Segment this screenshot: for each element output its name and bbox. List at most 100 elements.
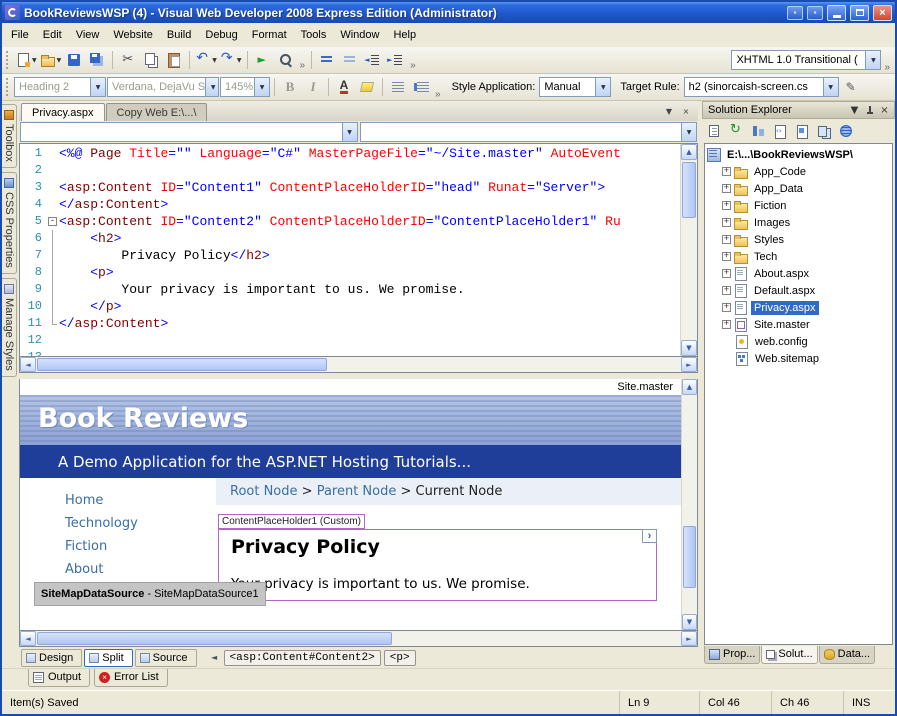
scroll-track[interactable]	[681, 160, 697, 340]
tag-navigator-back-icon[interactable]: ◄	[207, 650, 222, 666]
undo-icon[interactable]: ▼	[194, 49, 218, 71]
breadcrumb-link-parent-node[interactable]: Parent Node	[317, 484, 397, 499]
comment-out-icon[interactable]	[316, 49, 338, 71]
scroll-thumb[interactable]	[682, 162, 696, 218]
tree-item-about-aspx[interactable]: +About.aspx	[707, 265, 892, 282]
code-line[interactable]: 9 Your privacy is important to us. We pr…	[20, 281, 680, 298]
code-line[interactable]: 7 Privacy Policy</h2>	[20, 247, 680, 264]
tree-root[interactable]: E:\...\BookReviewsWSP\	[707, 146, 892, 163]
tag-navigator-item[interactable]: <p>	[384, 650, 416, 666]
expand-plus-icon[interactable]: +	[722, 167, 731, 176]
tree-item-images[interactable]: +Images	[707, 214, 892, 231]
scroll-down-icon[interactable]: ▼	[681, 340, 697, 356]
nav-link-technology[interactable]: Technology	[65, 516, 216, 531]
sidebar-tab-toolbox[interactable]: Toolbox	[2, 104, 17, 168]
highlight-icon[interactable]	[356, 77, 378, 98]
minimize-icon[interactable]	[827, 5, 846, 21]
expand-plus-icon[interactable]: +	[722, 235, 731, 244]
tree-item-app-code[interactable]: +App_Code	[707, 163, 892, 180]
font-size-combobox[interactable]: 145% ▼	[220, 77, 270, 97]
design-view[interactable]: Site.master Book Reviews A Demo Applicat…	[19, 379, 698, 631]
start-debugging-icon[interactable]	[252, 49, 274, 71]
tree-item-site-master[interactable]: +Site.master	[707, 316, 892, 333]
new-item-icon[interactable]: ▼	[14, 49, 38, 71]
code-lines[interactable]: 1<%@ Page Title="" Language="C#" MasterP…	[20, 144, 680, 356]
toolbar-overflow-icon[interactable]: »	[433, 89, 443, 100]
content-placeholder-label[interactable]: ContentPlaceHolder1 (Custom)	[218, 514, 365, 529]
toolbar-overflow-icon[interactable]: »	[882, 62, 892, 73]
nav-link-about[interactable]: About	[65, 562, 216, 577]
scroll-track[interactable]	[36, 631, 681, 646]
toolbar-grip[interactable]	[6, 51, 10, 69]
code-line[interactable]: 1<%@ Page Title="" Language="C#" MasterP…	[20, 145, 680, 162]
sitemapdatasource-control[interactable]: SiteMapDataSource - SiteMapDataSource1	[34, 582, 266, 606]
code-line[interactable]: 4</asp:Content>	[20, 196, 680, 213]
nav-link-fiction[interactable]: Fiction	[65, 539, 216, 554]
doctype-combobox[interactable]: XHTML 1.0 Transitional ( ▼	[731, 50, 881, 70]
code-line[interactable]: 11</asp:Content>	[20, 315, 680, 332]
menu-item-format[interactable]: Format	[245, 23, 294, 47]
menu-item-view[interactable]: View	[69, 23, 107, 47]
site-title[interactable]: Book Reviews	[20, 395, 681, 434]
menu-item-build[interactable]: Build	[160, 23, 198, 47]
copy-icon[interactable]	[140, 49, 162, 71]
chevron-down-icon[interactable]: ▼	[865, 51, 880, 69]
nest-related-files-icon[interactable]	[748, 121, 768, 141]
tree-item-app-data[interactable]: +App_Data	[707, 180, 892, 197]
font-color-icon[interactable]: A	[333, 77, 355, 98]
bottom-tab-error-list[interactable]: ×Error List	[94, 669, 168, 687]
chevron-down-icon[interactable]: ▼	[90, 78, 105, 96]
toolbar-overflow-icon[interactable]: »	[408, 60, 418, 71]
scroll-down-icon[interactable]: ▼	[682, 614, 697, 630]
tree-item-default-aspx[interactable]: +Default.aspx	[707, 282, 892, 299]
redo-icon[interactable]: ▼	[219, 49, 243, 71]
menu-item-debug[interactable]: Debug	[198, 23, 244, 47]
site-subtitle[interactable]: A Demo Application for the ASP.NET Hosti…	[58, 453, 471, 471]
close-icon[interactable]: ×	[873, 5, 892, 21]
sidebar-tab-css-properties[interactable]: CSS Properties	[2, 172, 17, 274]
event-dropdown[interactable]: ▼	[360, 122, 698, 142]
expand-plus-icon[interactable]: +	[722, 184, 731, 193]
scroll-left-icon[interactable]: ◄	[20, 357, 36, 372]
chevron-down-icon[interactable]: ▼	[342, 123, 357, 141]
chevron-down-icon[interactable]: ▼	[205, 78, 219, 96]
expand-plus-icon[interactable]: +	[722, 201, 731, 210]
tab-list-chevron-icon[interactable]: ▼	[662, 104, 676, 118]
bullet-list-icon[interactable]	[410, 77, 432, 98]
document-tab-copy-web-e[interactable]: Copy Web E:\...\	[106, 103, 208, 121]
scroll-thumb[interactable]	[37, 358, 327, 371]
uncomment-icon[interactable]	[339, 49, 361, 71]
bold-icon[interactable]: B	[279, 77, 301, 98]
sidebar-tab-manage-styles[interactable]: Manage Styles	[2, 278, 17, 377]
code-line[interactable]: 5-<asp:Content ID="Content2" ContentPlac…	[20, 213, 680, 230]
copy-website-icon[interactable]	[814, 121, 834, 141]
save-all-icon[interactable]	[86, 49, 108, 71]
panel-tab-solut[interactable]: Solut...	[761, 646, 817, 664]
save-icon[interactable]	[63, 49, 85, 71]
expand-plus-icon[interactable]: +	[722, 269, 731, 278]
view-code-icon[interactable]	[770, 121, 790, 141]
view-button-design[interactable]: Design	[21, 649, 82, 667]
content-paragraph[interactable]: Your privacy is important to us. We prom…	[231, 576, 644, 592]
design-horizontal-scrollbar[interactable]: ◄ ►	[19, 631, 698, 647]
tree-item-tech[interactable]: +Tech	[707, 248, 892, 265]
chevron-down-icon[interactable]: ▼	[823, 78, 838, 96]
align-left-icon[interactable]	[387, 77, 409, 98]
content-placeholder-region[interactable]: › Privacy Policy Your privacy is importa…	[218, 529, 657, 601]
refresh-icon[interactable]	[726, 121, 746, 141]
tree-item-web-config[interactable]: web.config	[707, 333, 892, 350]
view-in-browser-icon[interactable]	[275, 49, 297, 71]
smart-tag-arrow-icon[interactable]: ›	[642, 529, 657, 543]
increase-indent-icon[interactable]	[385, 49, 407, 71]
style-application-combobox[interactable]: Manual ▼	[539, 77, 611, 97]
code-line[interactable]: 2	[20, 162, 680, 179]
window-menu-chevron-icon[interactable]: ▼	[847, 103, 862, 117]
view-button-split[interactable]: Split	[84, 649, 132, 667]
menu-item-help[interactable]: Help	[386, 23, 423, 47]
auto-hide-pin-icon[interactable]	[862, 103, 877, 117]
scroll-up-icon[interactable]: ▲	[682, 379, 697, 395]
expand-plus-icon[interactable]: +	[722, 303, 731, 312]
tree-item-fiction[interactable]: +Fiction	[707, 197, 892, 214]
code-line[interactable]: 3<asp:Content ID="Content1" ContentPlace…	[20, 179, 680, 196]
code-line[interactable]: 10 </p>	[20, 298, 680, 315]
